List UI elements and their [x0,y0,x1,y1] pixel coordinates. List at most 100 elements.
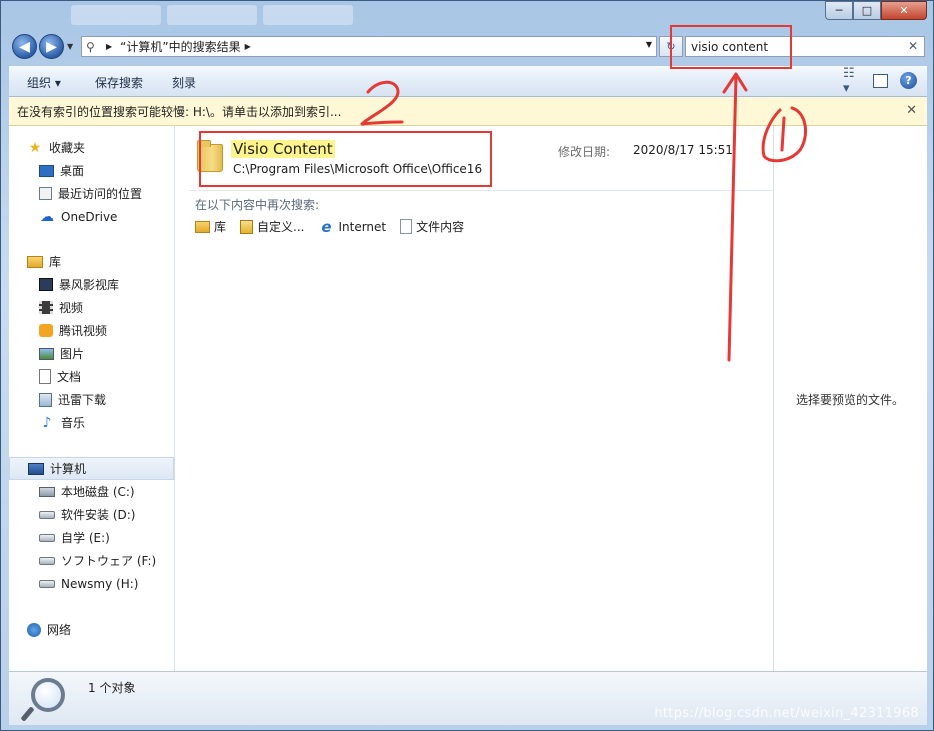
nav-label: 暴风影视库 [59,278,120,292]
save-search-button[interactable]: 保存搜索 [95,74,143,91]
nav-label: 网络 [47,623,72,637]
explorer-window: ─ □ ✕ ◀ ▶ ▼ ⚲ ▶ “计算机”中的搜索结果 ▶ ▼ ↻ visio … [0,0,934,731]
documents-icon [39,369,51,384]
drive-icon [39,510,55,519]
desktop-icon [39,164,54,177]
library-icon [27,255,43,268]
address-bar[interactable]: ⚲ ▶ “计算机”中的搜索结果 ▶ ▼ [81,36,657,57]
details-bar: 1 个对象 https://blog.csdn.net/weixin_42311… [9,671,927,725]
nav-label: 图片 [60,347,85,361]
option-label: 库 [214,220,227,234]
option-label: 自定义... [257,220,305,234]
breadcrumb-arrow-icon[interactable]: ▶ [106,42,112,51]
network-icon [27,622,41,637]
nav-drive-f[interactable]: ソフトウェア (F:) [9,549,174,572]
close-button[interactable]: ✕ [881,1,927,20]
change-view-icon[interactable]: ☷ ▾ [843,66,861,96]
magnifier-handle [20,706,35,722]
nav-label: 迅雷下载 [58,393,107,407]
nav-label: ソフトウェア (F:) [61,554,157,568]
nav-downloads[interactable]: 迅雷下载 [9,388,174,411]
nav-label: 软件安装 (D:) [61,508,136,522]
organize-button[interactable]: 组织 ▾ [27,74,61,91]
info-bar-message[interactable]: 在没有索引的位置搜索可能较慢: H:\。请单击以添加到索引... [17,103,341,120]
video-library-icon [39,278,53,291]
nav-computer[interactable]: 计算机 [9,457,174,480]
recent-places-icon [39,187,52,200]
nav-favorites[interactable]: ★ 收藏夹 [9,136,174,159]
nav-label: 最近访问的位置 [58,187,143,201]
magnifier-icon [31,678,65,712]
maximize-button[interactable]: □ [853,1,881,20]
nav-pictures[interactable]: 图片 [9,342,174,365]
nav-label: 腾讯视频 [59,324,108,338]
network-group: 网络 [9,618,174,641]
onedrive-icon: ☁ [40,208,54,225]
nav-drive-e[interactable]: 自学 (E:) [9,526,174,549]
downloads-icon [39,392,52,407]
nav-label: 视频 [59,301,84,315]
divider [189,190,773,191]
option-label: Internet [338,219,387,234]
breadcrumb[interactable]: “计算机”中的搜索结果 [120,38,240,55]
close-info-bar-icon[interactable]: ✕ [906,103,917,118]
nav-label: 收藏夹 [49,141,86,155]
preview-pane-icon[interactable] [873,73,888,88]
nav-music[interactable]: ♪ 音乐 [9,411,174,434]
nav-label: 自学 (E:) [61,531,110,545]
pictures-icon [39,347,54,360]
nav-documents[interactable]: 文档 [9,365,174,388]
back-button[interactable]: ◀ [12,34,37,59]
drive-icon [39,556,55,565]
burn-button[interactable]: 刻录 [172,74,196,91]
nav-network[interactable]: 网络 [9,618,174,641]
nav-onedrive[interactable]: ☁ OneDrive [9,205,174,228]
star-icon: ★ [28,139,42,156]
clear-search-icon[interactable]: ✕ [908,39,918,53]
custom-folder-icon [240,219,254,234]
nav-drive-h[interactable]: Newsmy (H:) [9,572,174,595]
computer-icon [28,462,44,475]
nav-video-library[interactable]: 暴风影视库 [9,273,174,296]
nav-drive-d[interactable]: 软件安装 (D:) [9,503,174,526]
watermark: https://blog.csdn.net/weixin_42311968 [654,706,919,721]
search-again-custom[interactable]: 自定义... [240,218,304,235]
tencent-video-icon [39,324,53,337]
breadcrumb-arrow-icon[interactable]: ▶ [245,42,251,51]
navigation-pane: ★ 收藏夹 桌面 最近访问的位置 ☁ OneDrive 库 暴风影视库 视频 腾讯视… [9,126,175,671]
nav-label: 文档 [57,370,82,384]
nav-recent-places[interactable]: 最近访问的位置 [9,182,174,205]
address-dropdown-icon[interactable]: ▼ [646,40,652,49]
recent-pages-dropdown[interactable]: ▼ [67,42,73,51]
search-again-libraries[interactable]: 库 [195,218,226,235]
modified-date-label: 修改日期: [558,145,611,159]
nav-desktop[interactable]: 桌面 [9,159,174,182]
search-again-file-contents[interactable]: 文件内容 [400,218,464,235]
nav-label: 本地磁盘 (C:) [61,485,135,499]
nav-label: OneDrive [61,209,118,224]
file-contents-icon [400,219,413,234]
minimize-button[interactable]: ─ [825,1,853,20]
search-again-options: 库 自定义... e Internet 文件内容 [195,218,464,236]
arrow-left-icon: ◀ [19,38,30,55]
window-controls: ─ □ ✕ [825,1,927,20]
drive-icon [39,579,55,588]
favorites-group: ★ 收藏夹 桌面 最近访问的位置 ☁ OneDrive [9,136,174,228]
blurred-title-tabs [71,5,471,27]
info-bar[interactable]: 在没有索引的位置搜索可能较慢: H:\。请单击以添加到索引... ✕ [9,97,927,126]
preview-pane: 选择要预览的文件。 [773,126,927,671]
search-again-internet[interactable]: e Internet [318,218,387,236]
title-tab [71,5,161,25]
nav-libraries[interactable]: 库 [9,250,174,273]
modified-date: 2020/8/17 15:51 [633,143,733,157]
forward-button[interactable]: ▶ [39,34,64,59]
nav-label: 桌面 [60,164,85,178]
nav-videos[interactable]: 视频 [9,296,174,319]
videos-icon [39,301,53,314]
nav-tencent-video[interactable]: 腾讯视频 [9,319,174,342]
help-icon[interactable]: ? [900,72,917,89]
library-icon [195,220,210,233]
nav-label: 计算机 [50,462,87,476]
nav-drive-c[interactable]: 本地磁盘 (C:) [9,480,174,503]
title-tab [167,5,257,25]
